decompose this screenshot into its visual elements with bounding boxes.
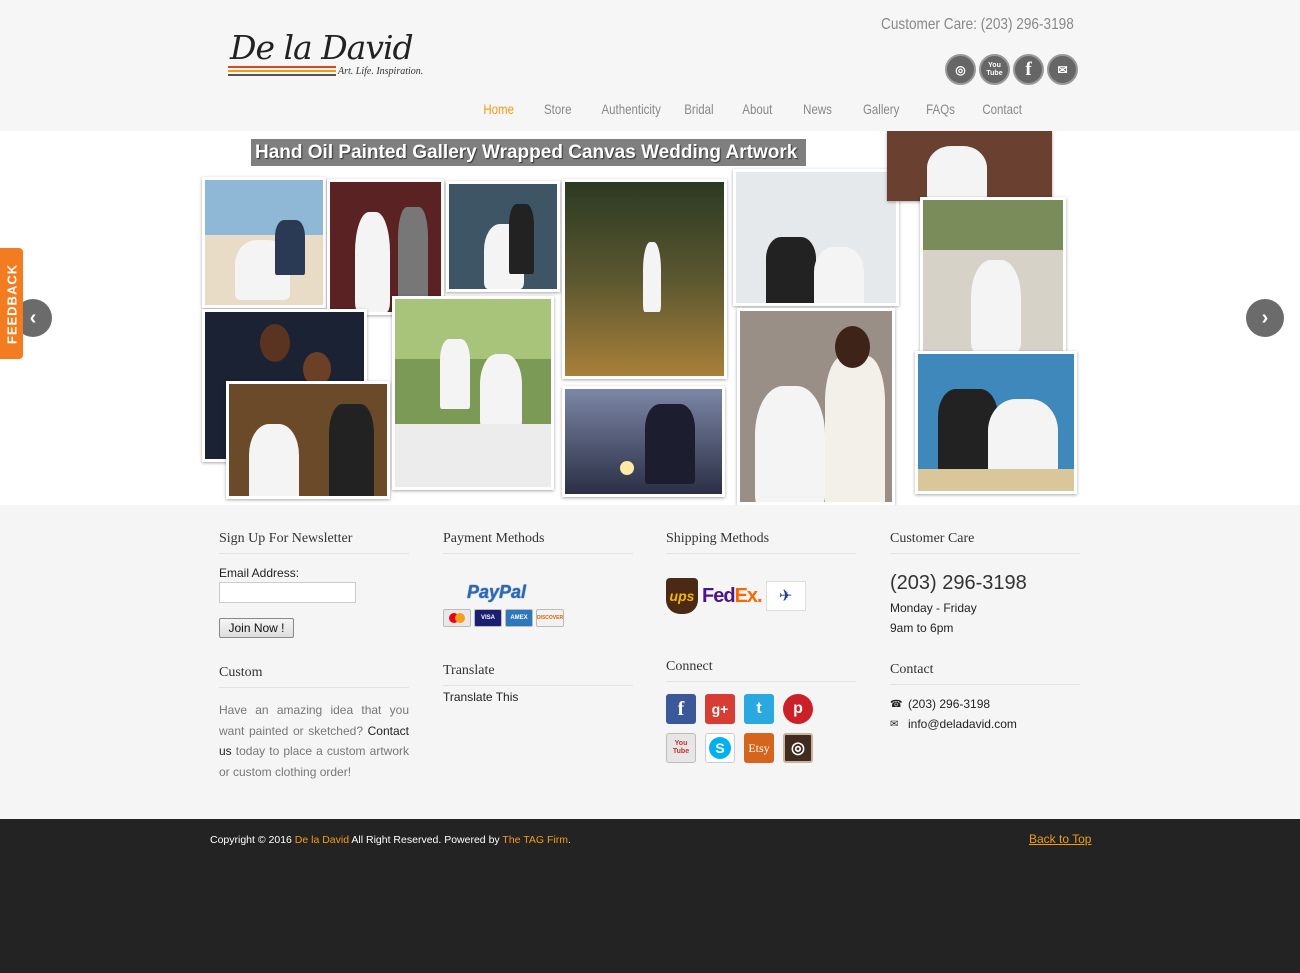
logo-text: De la David [230, 28, 414, 67]
slider-next-button[interactable]: › [1246, 299, 1284, 337]
nav-contact[interactable]: Contact [982, 101, 1022, 117]
paypal-logo: PayPal [467, 582, 527, 602]
contact-phone-row: ☎ (203) 296-3198 [890, 697, 1080, 711]
copyright: Copyright © 2016 De la David All Right R… [210, 834, 571, 846]
join-now-button[interactable]: Join Now ! [219, 618, 294, 638]
shipping-logos: ups FedEx. ✈ [666, 578, 856, 614]
painting-church-wedding [327, 179, 444, 315]
painting-car-kiss [562, 386, 725, 497]
painting-porch-couple [392, 296, 554, 490]
etsy-icon[interactable]: Etsy [744, 733, 774, 763]
custom-widget: Custom Have an amazing idea that you wan… [219, 665, 409, 782]
email-label: Email Address: [219, 566, 300, 580]
nav-bridal[interactable]: Bridal [684, 101, 713, 117]
customer-care-title: Customer Care [890, 531, 1080, 554]
discover-icon: DISCOVER [536, 609, 564, 627]
contact-title: Contact [890, 662, 1080, 685]
shipping-title: Shipping Methods [666, 531, 856, 554]
payment-widget: Payment Methods PayPal VISA AMEX DISCOVE… [443, 531, 633, 627]
envelope-icon: ✉ [890, 718, 899, 730]
eagle-icon: ✈ [778, 588, 793, 605]
contact-email[interactable]: info@deladavid.com [908, 717, 1017, 731]
site-header: De la David Art. Life. Inspiration. Cust… [0, 0, 1300, 131]
translate-link[interactable]: Translate This [443, 690, 633, 704]
youtube-icon[interactable]: You Tube [666, 733, 696, 763]
painting-vows [226, 381, 390, 499]
card-logos: VISA AMEX DISCOVER [443, 609, 633, 627]
site-logo[interactable]: De la David Art. Life. Inspiration. [228, 28, 443, 82]
newsletter-title: Sign Up For Newsletter [219, 531, 409, 554]
main-nav: Home Store Authenticity Bridal About New… [480, 101, 1026, 117]
painting-portrait-couple [733, 169, 899, 306]
amex-icon: AMEX [505, 609, 533, 627]
chevron-right-icon: › [1261, 306, 1269, 329]
customer-care-widget: Customer Care (203) 296-3198 Monday - Fr… [890, 531, 1080, 635]
feedback-label: FEEDBACK [4, 263, 19, 344]
instagram-icon[interactable]: ◎ [945, 54, 976, 85]
custom-text: Have an amazing idea that you want paint… [219, 700, 409, 782]
newsletter-widget: Sign Up For Newsletter Email Address: Jo… [219, 531, 409, 638]
facebook-icon[interactable]: f [666, 694, 696, 724]
translate-title: Translate [443, 663, 633, 686]
hero-slider[interactable]: Hand Oil Painted Gallery Wrapped Canvas … [0, 131, 1300, 505]
painting-courtyard-bride [920, 197, 1066, 354]
nav-faqs[interactable]: FAQs [926, 101, 955, 117]
customer-care-days: Monday - Friday [890, 601, 977, 615]
copyright-period: . [567, 834, 571, 846]
chevron-left-icon: ‹ [29, 306, 37, 329]
nav-about[interactable]: About [742, 101, 772, 117]
copyright-rights: All Right Reserved. Powered by [351, 834, 500, 846]
facebook-icon[interactable]: f [1013, 54, 1044, 85]
mastercard-icon [443, 609, 471, 627]
email-icon[interactable]: ✉ [1047, 54, 1078, 85]
connect-widget: Connect f g+ t p You Tube S Etsy ◎ [666, 659, 856, 763]
customer-care-hours: 9am to 6pm [890, 621, 954, 635]
header-customer-care: Customer Care: (203) 296-3198 [881, 16, 1074, 33]
painting-reflection-pool [562, 179, 727, 379]
nav-gallery[interactable]: Gallery [863, 101, 899, 117]
brand-link[interactable]: De la David [295, 834, 349, 846]
logo-stripes [228, 66, 336, 76]
skype-icon[interactable]: S [705, 733, 735, 763]
custom-title: Custom [219, 665, 409, 688]
fedex-logo: FedEx. [702, 584, 763, 607]
contact-phone: (203) 296-3198 [908, 697, 991, 711]
painting-groom-bride-top [887, 131, 1052, 201]
translate-widget: Translate Translate This [443, 663, 633, 704]
nav-news[interactable]: News [803, 101, 832, 117]
back-to-top-link[interactable]: Back to Top [1029, 832, 1091, 846]
footer-bar: Copyright © 2016 De la David All Right R… [0, 819, 1300, 973]
ups-logo: ups [666, 578, 698, 614]
payment-title: Payment Methods [443, 531, 633, 554]
contact-widget: Contact ☎ (203) 296-3198 ✉ info@deladavi… [890, 662, 1080, 731]
phone-icon: ☎ [890, 698, 903, 710]
painting-beach-couple [202, 177, 326, 308]
shipping-widget: Shipping Methods ups FedEx. ✈ [666, 531, 856, 614]
twitter-icon[interactable]: t [744, 694, 774, 724]
connect-icons: f g+ t p You Tube S Etsy ◎ [666, 694, 856, 763]
customer-care-phone: (203) 296-3198 [890, 572, 1027, 594]
painting-bouquet-couple [737, 308, 895, 505]
connect-title: Connect [666, 659, 856, 682]
tag-firm-link[interactable]: The TAG Firm [502, 834, 568, 846]
slide-title: Hand Oil Painted Gallery Wrapped Canvas … [251, 139, 806, 166]
usps-logo: ✈ [765, 581, 806, 611]
nav-store[interactable]: Store [544, 101, 571, 117]
custom-text-after: today to place a custom artwork or custo… [219, 744, 409, 779]
nav-home[interactable]: Home [483, 101, 514, 117]
google-plus-icon[interactable]: g+ [705, 694, 735, 724]
pinterest-icon[interactable]: p [783, 694, 813, 724]
email-field[interactable] [219, 582, 356, 603]
logo-tagline: Art. Life. Inspiration. [338, 66, 424, 77]
painting-seaside-couple [915, 351, 1077, 494]
nav-authenticity[interactable]: Authenticity [601, 101, 660, 117]
contact-email-row: ✉ info@deladavid.com [890, 717, 1080, 731]
youtube-icon[interactable]: You Tube [979, 54, 1010, 85]
painting-city-couple [446, 181, 560, 292]
visa-icon: VISA [474, 609, 502, 627]
feedback-tab[interactable]: FEEDBACK [0, 248, 23, 359]
instagram-icon[interactable]: ◎ [783, 733, 813, 763]
header-social-icons: ◎ You Tube f ✉ [945, 54, 1078, 86]
copyright-prefix: Copyright © 2016 [210, 834, 292, 846]
